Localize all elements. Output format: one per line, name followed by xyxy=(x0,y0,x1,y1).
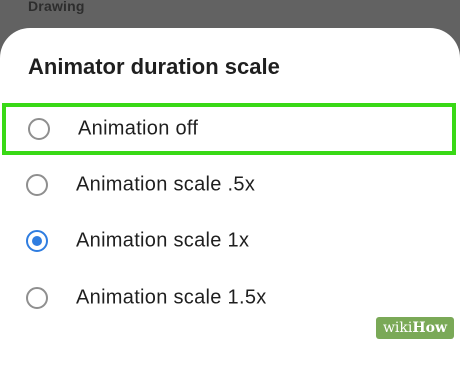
option-label: Animation scale .5x xyxy=(76,173,256,196)
section-header-drawing: Drawing xyxy=(28,0,85,14)
radio-unchecked-icon[interactable] xyxy=(26,287,48,309)
option-label: Animation off xyxy=(78,117,199,140)
option-animation-scale-1-5x[interactable]: Animation scale 1.5x xyxy=(0,273,460,323)
wikihow-watermark: wiki How xyxy=(375,317,454,339)
option-label: Animation scale 1x xyxy=(76,229,250,252)
watermark-wiki: wiki xyxy=(382,320,413,336)
dialog-title: Animator duration scale xyxy=(28,54,280,79)
option-label: Animation scale 1.5x xyxy=(76,286,267,309)
radio-checked-icon[interactable] xyxy=(26,230,48,252)
option-animation-off[interactable]: Animation off xyxy=(2,103,456,155)
option-animation-scale-1x[interactable]: Animation scale 1x xyxy=(0,216,460,266)
radio-unchecked-icon[interactable] xyxy=(26,174,48,196)
watermark-how: How xyxy=(412,320,447,336)
radio-unchecked-icon[interactable] xyxy=(28,118,50,140)
option-animation-scale-0-5x[interactable]: Animation scale .5x xyxy=(0,160,460,210)
